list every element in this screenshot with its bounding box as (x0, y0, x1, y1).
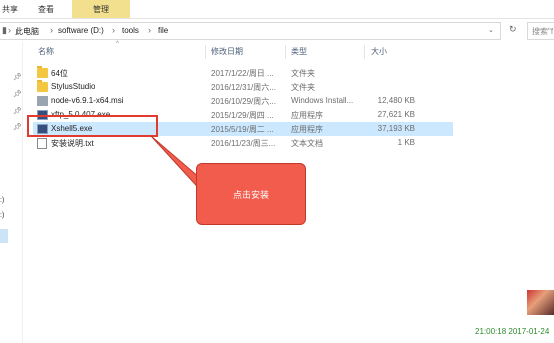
callout-text: 点击安装 (232, 190, 269, 200)
timestamp: 21:00:18 2017-01-24 (475, 327, 550, 336)
avatar (527, 290, 554, 315)
callout-bubble: 点击安装 (196, 163, 306, 225)
